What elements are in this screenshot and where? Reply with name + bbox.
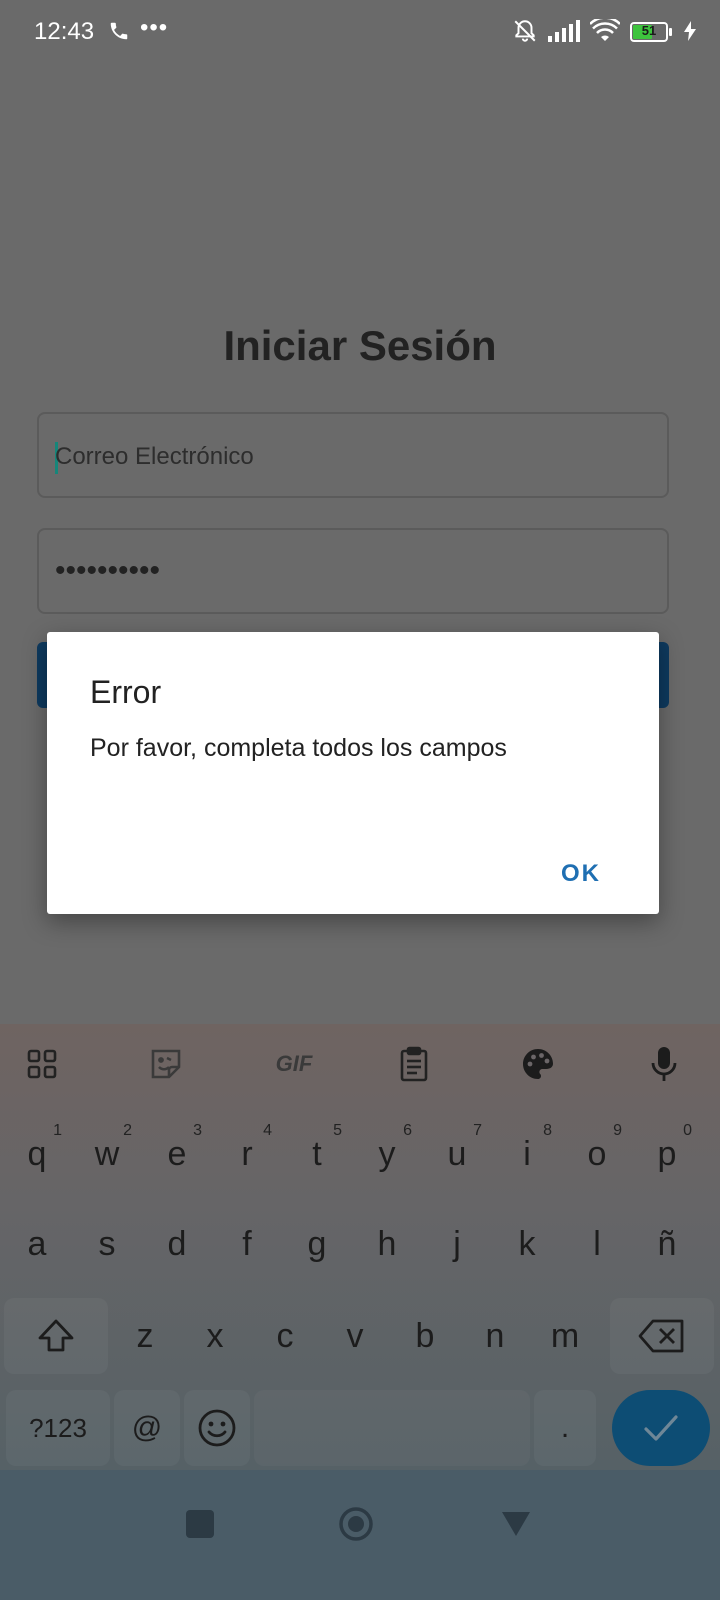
signal-icon bbox=[548, 19, 580, 47]
key-hint: 3 bbox=[193, 1122, 202, 1139]
status-time: 12:43 bbox=[34, 18, 95, 45]
key-label: e bbox=[167, 1134, 187, 1173]
key-i[interactable]: i8 bbox=[494, 1116, 560, 1192]
wifi-icon bbox=[589, 16, 621, 48]
key-hint: 2 bbox=[123, 1122, 132, 1139]
key-hint: 4 bbox=[263, 1122, 272, 1139]
space-key[interactable] bbox=[254, 1390, 530, 1466]
key-u[interactable]: u7 bbox=[424, 1116, 490, 1192]
key-f[interactable]: f bbox=[214, 1206, 280, 1282]
dialog-message: Por favor, completa todos los campos bbox=[90, 734, 507, 762]
key-label: y bbox=[378, 1134, 396, 1173]
key-hint: 5 bbox=[333, 1122, 342, 1139]
key-label: p bbox=[657, 1134, 677, 1173]
key-hint: 9 bbox=[613, 1122, 622, 1139]
key-q[interactable]: q1 bbox=[4, 1116, 70, 1192]
key-s[interactable]: s bbox=[74, 1206, 140, 1282]
shift-key[interactable] bbox=[4, 1298, 108, 1374]
gif-icon[interactable]: GIF bbox=[266, 1044, 322, 1084]
key-l[interactable]: l bbox=[564, 1206, 630, 1282]
key-hint: 0 bbox=[683, 1122, 692, 1139]
more-notifications-icon: ••• bbox=[140, 14, 169, 41]
key-label: w bbox=[94, 1134, 120, 1173]
key-n[interactable]: n bbox=[462, 1298, 528, 1374]
keyboard: GIF q1 w2 e3 r4 t5 y6 u7 i8 o9 p0 a s d … bbox=[0, 1024, 720, 1470]
error-dialog: Error Por favor, completa todos los camp… bbox=[47, 632, 659, 914]
key-hint: 7 bbox=[473, 1122, 482, 1139]
key-z[interactable]: z bbox=[112, 1298, 178, 1374]
ok-button[interactable]: OK bbox=[537, 850, 625, 898]
key-label: t bbox=[312, 1134, 322, 1173]
key-w[interactable]: w2 bbox=[74, 1116, 140, 1192]
backspace-key[interactable] bbox=[610, 1298, 714, 1374]
key-o[interactable]: o9 bbox=[564, 1116, 630, 1192]
home-icon[interactable] bbox=[338, 1506, 374, 1542]
palette-icon[interactable] bbox=[518, 1044, 558, 1084]
key-t[interactable]: t5 bbox=[284, 1116, 350, 1192]
phone-call-icon bbox=[108, 20, 132, 44]
key-p[interactable]: p0 bbox=[634, 1116, 700, 1192]
email-field[interactable]: Correo Electrónico bbox=[37, 412, 669, 498]
key-hint: 6 bbox=[403, 1122, 412, 1139]
symbols-key[interactable]: ?123 bbox=[6, 1390, 110, 1466]
key-label: u bbox=[447, 1134, 467, 1173]
emoji-key[interactable] bbox=[184, 1390, 250, 1466]
key-label: o bbox=[587, 1134, 607, 1173]
silent-bell-icon bbox=[512, 18, 538, 49]
charging-icon bbox=[684, 20, 696, 46]
shift-icon bbox=[38, 1319, 74, 1352]
key-n-tilde[interactable]: ñ bbox=[634, 1206, 700, 1282]
key-c[interactable]: c bbox=[252, 1298, 318, 1374]
key-hint: 1 bbox=[53, 1122, 62, 1139]
dialog-title: Error bbox=[90, 674, 162, 710]
key-x[interactable]: x bbox=[182, 1298, 248, 1374]
enter-key[interactable] bbox=[612, 1390, 710, 1466]
battery-level: 51 bbox=[641, 23, 657, 38]
key-a[interactable]: a bbox=[4, 1206, 70, 1282]
mic-icon[interactable] bbox=[644, 1044, 684, 1084]
key-label: i bbox=[523, 1134, 531, 1173]
status-bar: 12:43 ••• 51 bbox=[0, 0, 720, 70]
password-value: •••••••••• bbox=[55, 554, 161, 587]
key-b[interactable]: b bbox=[392, 1298, 458, 1374]
key-g[interactable]: g bbox=[284, 1206, 350, 1282]
status-icons: 51 bbox=[512, 16, 696, 49]
back-icon[interactable] bbox=[500, 1510, 532, 1538]
at-key[interactable]: @ bbox=[114, 1390, 180, 1466]
key-hint: 8 bbox=[543, 1122, 552, 1139]
key-e[interactable]: e3 bbox=[144, 1116, 210, 1192]
key-label: r bbox=[241, 1134, 253, 1173]
checkmark-icon bbox=[644, 1415, 678, 1441]
password-field[interactable]: •••••••••• bbox=[37, 528, 669, 614]
key-j[interactable]: j bbox=[424, 1206, 490, 1282]
key-h[interactable]: h bbox=[354, 1206, 420, 1282]
key-y[interactable]: y6 bbox=[354, 1116, 420, 1192]
keyboard-toolbar: GIF bbox=[0, 1024, 720, 1104]
battery-icon: 51 bbox=[630, 22, 674, 44]
navigation-bar bbox=[0, 1470, 720, 1600]
key-r[interactable]: r4 bbox=[214, 1116, 280, 1192]
apps-grid-icon[interactable] bbox=[22, 1044, 62, 1084]
recents-icon[interactable] bbox=[186, 1510, 214, 1538]
emoji-icon bbox=[198, 1409, 236, 1447]
key-m[interactable]: m bbox=[532, 1298, 598, 1374]
key-d[interactable]: d bbox=[144, 1206, 210, 1282]
key-v[interactable]: v bbox=[322, 1298, 388, 1374]
sticker-icon[interactable] bbox=[146, 1044, 186, 1084]
backspace-icon bbox=[638, 1319, 684, 1353]
page-title: Iniciar Sesión bbox=[223, 322, 497, 369]
key-k[interactable]: k bbox=[494, 1206, 560, 1282]
clipboard-icon[interactable] bbox=[394, 1044, 434, 1084]
email-placeholder: Correo Electrónico bbox=[55, 443, 254, 470]
key-label: q bbox=[27, 1134, 47, 1173]
period-key[interactable]: . bbox=[534, 1390, 596, 1466]
